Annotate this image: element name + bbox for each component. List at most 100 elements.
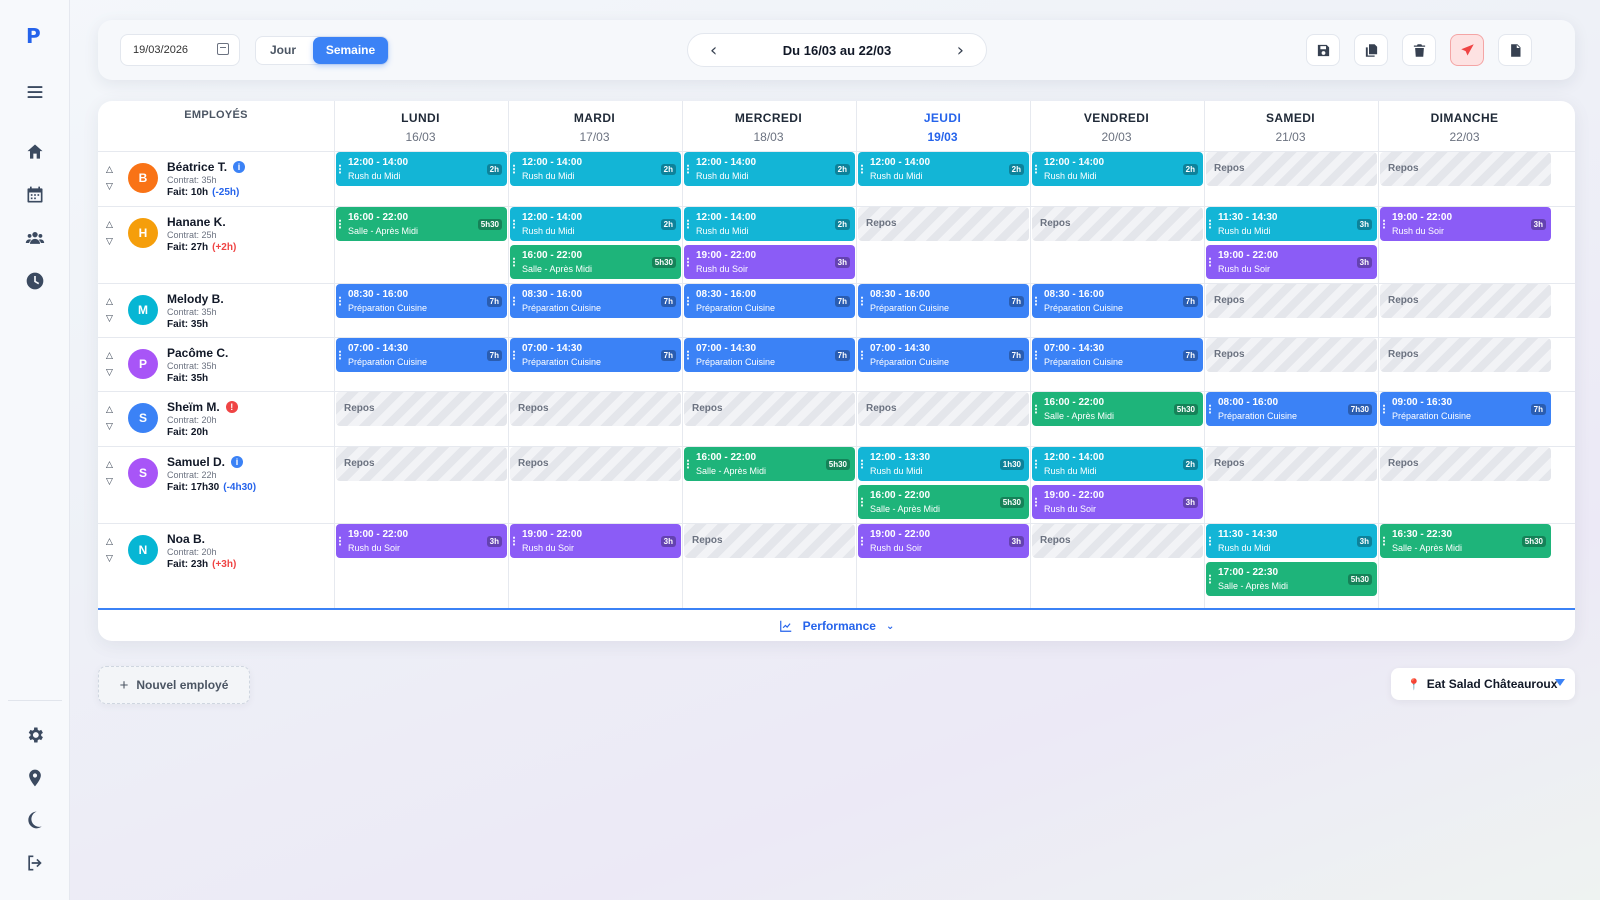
chevron-up-icon[interactable]: △ — [106, 460, 116, 469]
day-off-cell[interactable]: Repos — [1206, 284, 1377, 318]
drag-handle-icon[interactable] — [513, 257, 515, 267]
alert-icon[interactable]: ! — [225, 401, 238, 413]
avatar[interactable]: S — [128, 458, 158, 488]
shift-block[interactable]: 19:00 - 22:00 Rush du Soir 3h — [510, 524, 681, 558]
drag-handle-icon[interactable] — [861, 536, 863, 546]
drag-handle-icon[interactable] — [1383, 219, 1385, 229]
chevron-up-icon[interactable]: △ — [106, 351, 116, 360]
avatar[interactable]: P — [128, 349, 158, 379]
drag-handle-icon[interactable] — [1383, 536, 1385, 546]
drag-handle-icon[interactable] — [339, 164, 341, 174]
day-off-cell[interactable]: Repos — [1206, 152, 1377, 186]
users-icon[interactable] — [23, 226, 47, 250]
performance-toggle[interactable]: Performance ⌄ — [98, 611, 1575, 641]
shift-block[interactable]: 12:00 - 14:00 Rush du Midi 2h — [336, 152, 507, 186]
drag-handle-icon[interactable] — [339, 536, 341, 546]
drag-handle-icon[interactable] — [861, 497, 863, 507]
employee-name[interactable]: Béatrice T. i — [167, 160, 246, 174]
chevron-left-icon[interactable]: ‹ — [710, 40, 717, 61]
info-icon[interactable]: i — [233, 161, 246, 173]
drag-handle-icon[interactable] — [687, 219, 689, 229]
employee-name[interactable]: Samuel D. i — [167, 455, 244, 469]
shift-block[interactable]: 07:00 - 14:30 Préparation Cuisine 7h — [1032, 338, 1203, 372]
chevron-down-icon[interactable]: ▽ — [106, 477, 116, 486]
drag-handle-icon[interactable] — [1209, 574, 1211, 584]
drag-handle-icon[interactable] — [339, 350, 341, 360]
day-off-cell[interactable]: Repos — [1380, 284, 1551, 318]
day-off-cell[interactable]: Repos — [510, 447, 681, 481]
drag-handle-icon[interactable] — [1035, 350, 1037, 360]
shift-block[interactable]: 19:00 - 22:00 Rush du Soir 3h — [336, 524, 507, 558]
drag-handle-icon[interactable] — [687, 296, 689, 306]
copy-button[interactable] — [1354, 34, 1388, 66]
drag-handle-icon[interactable] — [1383, 404, 1385, 414]
drag-handle-icon[interactable] — [1209, 257, 1211, 267]
drag-handle-icon[interactable] — [513, 164, 515, 174]
employee-name[interactable]: Hanane K. — [167, 215, 226, 229]
drag-handle-icon[interactable] — [1209, 536, 1211, 546]
clock-icon[interactable] — [23, 269, 47, 293]
shift-block[interactable]: 08:30 - 16:00 Préparation Cuisine 7h — [510, 284, 681, 318]
shift-block[interactable]: 16:00 - 22:00 Salle - Après Midi 5h30 — [510, 245, 681, 279]
gear-icon[interactable] — [23, 723, 47, 747]
chevron-down-icon[interactable]: ▽ — [106, 314, 116, 323]
avatar[interactable]: S — [128, 403, 158, 433]
day-off-cell[interactable]: Repos — [1206, 447, 1377, 481]
location-select[interactable]: 📍 Eat Salad Châteauroux — [1391, 668, 1575, 700]
shift-block[interactable]: 12:00 - 14:00 Rush du Midi 2h — [510, 207, 681, 241]
shift-block[interactable]: 07:00 - 14:30 Préparation Cuisine 7h — [858, 338, 1029, 372]
chevron-up-icon[interactable]: △ — [106, 405, 116, 414]
view-day-button[interactable]: Jour — [256, 37, 310, 64]
chevron-up-icon[interactable]: △ — [106, 537, 116, 546]
employee-name[interactable]: Noa B. — [167, 532, 205, 546]
shift-block[interactable]: 11:30 - 14:30 Rush du Midi 3h — [1206, 524, 1377, 558]
chevron-up-icon[interactable]: △ — [106, 165, 116, 174]
shift-block[interactable]: 12:00 - 14:00 Rush du Midi 2h — [858, 152, 1029, 186]
avatar[interactable]: N — [128, 535, 158, 565]
shift-block[interactable]: 19:00 - 22:00 Rush du Soir 3h — [1380, 207, 1551, 241]
app-logo[interactable]: P — [26, 24, 41, 48]
day-off-cell[interactable]: Repos — [1380, 447, 1551, 481]
chevron-down-icon[interactable]: ▽ — [106, 554, 116, 563]
avatar[interactable]: B — [128, 163, 158, 193]
chevron-up-icon[interactable]: △ — [106, 220, 116, 229]
drag-handle-icon[interactable] — [1035, 497, 1037, 507]
drag-handle-icon[interactable] — [687, 350, 689, 360]
drag-handle-icon[interactable] — [513, 350, 515, 360]
drag-handle-icon[interactable] — [513, 219, 515, 229]
avatar[interactable]: M — [128, 295, 158, 325]
publish-button[interactable] — [1450, 34, 1484, 66]
shift-block[interactable]: 09:00 - 16:30 Préparation Cuisine 7h — [1380, 392, 1551, 426]
shift-block[interactable]: 19:00 - 22:00 Rush du Soir 3h — [858, 524, 1029, 558]
day-off-cell[interactable]: Repos — [684, 392, 855, 426]
shift-block[interactable]: 16:30 - 22:30 Salle - Après Midi 5h30 — [1380, 524, 1551, 558]
drag-handle-icon[interactable] — [687, 164, 689, 174]
shift-block[interactable]: 17:00 - 22:30 Salle - Après Midi 5h30 — [1206, 562, 1377, 596]
employee-name[interactable]: Melody B. — [167, 292, 224, 306]
shift-block[interactable]: 08:30 - 16:00 Préparation Cuisine 7h — [1032, 284, 1203, 318]
day-off-cell[interactable]: Repos — [1380, 338, 1551, 372]
export-pdf-button[interactable] — [1498, 34, 1532, 66]
drag-handle-icon[interactable] — [861, 164, 863, 174]
hamburger-menu-icon[interactable] — [23, 80, 47, 104]
shift-block[interactable]: 19:00 - 22:00 Rush du Soir 3h — [1206, 245, 1377, 279]
drag-handle-icon[interactable] — [1209, 219, 1211, 229]
shift-block[interactable]: 08:00 - 16:00 Préparation Cuisine 7h30 — [1206, 392, 1377, 426]
new-employee-button[interactable]: + Nouvel employé — [98, 666, 250, 704]
employee-name[interactable]: Sheïm M.! — [167, 400, 238, 414]
shift-block[interactable]: 12:00 - 14:00 Rush du Midi 2h — [684, 207, 855, 241]
drag-handle-icon[interactable] — [687, 257, 689, 267]
drag-handle-icon[interactable] — [861, 296, 863, 306]
calendar-icon[interactable] — [217, 43, 229, 55]
drag-handle-icon[interactable] — [1035, 296, 1037, 306]
shift-block[interactable]: 16:00 - 22:00 Salle - Après Midi 5h30 — [684, 447, 855, 481]
drag-handle-icon[interactable] — [1035, 164, 1037, 174]
drag-handle-icon[interactable] — [513, 296, 515, 306]
day-off-cell[interactable]: Repos — [1032, 207, 1203, 241]
date-input[interactable]: 19/03/2026 — [120, 34, 240, 66]
shift-block[interactable]: 12:00 - 14:00 Rush du Midi 2h — [1032, 447, 1203, 481]
chevron-right-icon[interactable]: › — [957, 40, 964, 61]
drag-handle-icon[interactable] — [861, 350, 863, 360]
shift-block[interactable]: 16:00 - 22:00 Salle - Après Midi 5h30 — [336, 207, 507, 241]
shift-block[interactable]: 08:30 - 16:00 Préparation Cuisine 7h — [858, 284, 1029, 318]
